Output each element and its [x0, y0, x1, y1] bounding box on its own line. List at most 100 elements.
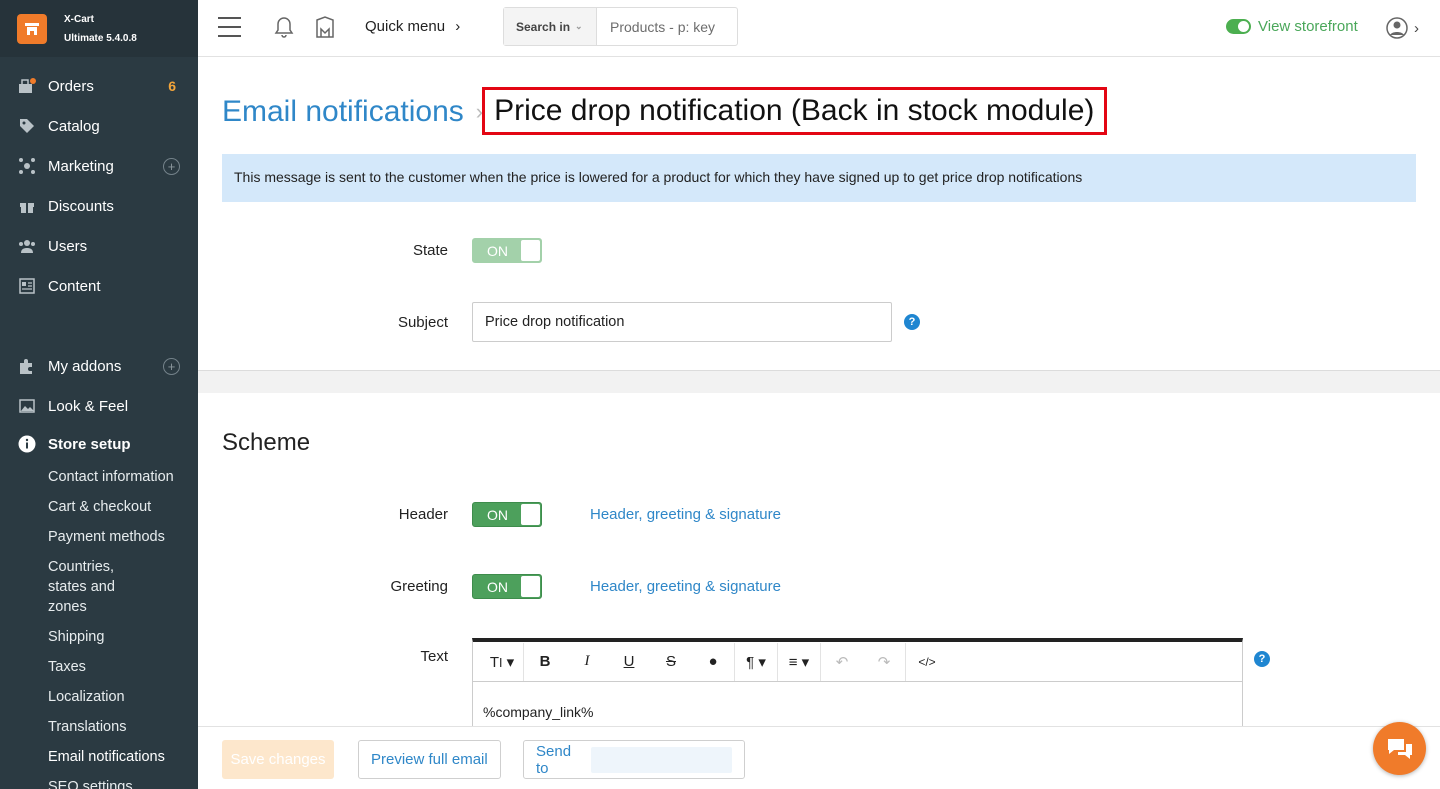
align-icon[interactable]: ≡ ▾ [778, 653, 820, 671]
search-box: Search in ⌄ [503, 7, 738, 46]
subject-input[interactable] [472, 302, 892, 342]
code-view-icon[interactable]: </> [906, 655, 948, 669]
subject-row: Subject ? [198, 302, 920, 342]
text-label: Text [420, 648, 448, 665]
quick-menu-button[interactable]: Quick menu › [365, 18, 460, 35]
sidebar-item-label: Look & Feel [48, 397, 129, 415]
sidebar-item-marketing[interactable]: Marketing + [0, 146, 198, 186]
paragraph-icon[interactable]: ¶ ▾ [735, 653, 777, 671]
sidebar-item-label: Content [48, 277, 101, 295]
sidebar-subitem-countries[interactable]: Countries, states and zones [0, 552, 150, 622]
greeting-toggle-label: ON [487, 578, 508, 595]
header-row: Header ON Header, greeting & signature [198, 502, 781, 527]
greeting-label: Greeting [390, 578, 448, 595]
users-icon [18, 237, 36, 255]
greeting-settings-link[interactable]: Header, greeting & signature [590, 578, 781, 595]
header-label: Header [398, 506, 448, 523]
section-divider [198, 370, 1440, 393]
sidebar-item-label: Catalog [48, 117, 100, 135]
bold-icon[interactable]: B [524, 653, 566, 670]
add-icon[interactable]: + [163, 157, 180, 175]
save-changes-button[interactable]: Save changes [222, 740, 334, 779]
send-to-button[interactable]: Send to [523, 740, 745, 779]
state-toggle[interactable]: ON [472, 238, 542, 263]
chat-icon[interactable] [1373, 722, 1426, 775]
breadcrumb-email-notifications[interactable]: Email notifications [222, 95, 464, 129]
sidebar-item-store-setup[interactable]: Store setup [0, 426, 198, 462]
user-menu[interactable]: › [1386, 17, 1419, 39]
sidebar-item-look-feel[interactable]: Look & Feel [0, 386, 198, 426]
sidebar-subitem-email-notifications[interactable]: Email notifications [0, 742, 198, 772]
xcart-logo-icon [17, 13, 47, 44]
puzzle-icon [18, 357, 36, 375]
content-icon [18, 277, 36, 295]
marketing-icon [18, 157, 36, 175]
search-in-label: Search in [516, 19, 571, 34]
info-message: This message is sent to the customer whe… [222, 154, 1416, 202]
sidebar-subitem-seo-settings[interactable]: SEO settings [0, 772, 198, 789]
help-icon[interactable]: ? [1254, 651, 1270, 667]
header-toggle-label: ON [487, 506, 508, 523]
topbar: Quick menu › Search in ⌄ View storefront… [198, 0, 1440, 57]
sidebar-item-content[interactable]: Content [0, 266, 198, 306]
font-size-icon[interactable]: TI ▾ [481, 653, 523, 671]
state-label: State [412, 242, 448, 259]
redo-icon[interactable]: ↷ [863, 653, 905, 671]
sidebar-subitem-cart-checkout[interactable]: Cart & checkout [0, 492, 198, 522]
gift-icon [18, 197, 36, 215]
send-to-email-field[interactable] [591, 746, 732, 773]
add-icon[interactable]: + [163, 357, 180, 375]
sidebar-subitem-payment-methods[interactable]: Payment methods [0, 522, 198, 552]
storefront-toggle-icon [1226, 19, 1251, 34]
header-toggle[interactable]: ON [472, 502, 542, 527]
image-icon [18, 397, 36, 415]
help-icon[interactable]: ? [904, 314, 920, 330]
search-in-dropdown[interactable]: Search in ⌄ [504, 8, 597, 45]
orders-count-badge: 6 [168, 78, 176, 94]
chevron-right-icon: › [455, 18, 461, 35]
brand-name: X-Cart [64, 13, 95, 25]
page-title: Price drop notification (Back in stock m… [482, 87, 1108, 135]
brand[interactable]: X-Cart Ultimate 5.4.0.8 [0, 0, 198, 57]
action-bar: Save changes Preview full email Send to [198, 726, 1440, 789]
sidebar-item-discounts[interactable]: Discounts [0, 186, 198, 226]
view-storefront-label: View storefront [1258, 18, 1358, 35]
scheme-heading: Scheme [222, 429, 311, 456]
state-row: State ON [198, 238, 542, 263]
underline-icon[interactable]: U [608, 653, 650, 670]
sidebar-item-users[interactable]: Users [0, 226, 198, 266]
sidebar-item-label: Marketing [48, 157, 114, 175]
strikethrough-icon[interactable]: S [650, 653, 692, 670]
bell-icon[interactable] [274, 16, 294, 43]
search-input[interactable] [597, 8, 737, 45]
italic-icon[interactable]: I [566, 653, 608, 670]
sidebar-item-orders[interactable]: Orders 6 [0, 66, 198, 106]
undo-icon[interactable]: ↶ [821, 653, 863, 671]
sidebar: X-Cart Ultimate 5.4.0.8 Orders 6 Catalog… [0, 0, 198, 789]
brand-edition: Ultimate 5.4.0.8 [64, 32, 137, 44]
sidebar-subitem-taxes[interactable]: Taxes [0, 652, 198, 682]
sidebar-subitem-contact-information[interactable]: Contact information [0, 462, 198, 492]
sidebar-item-label: Users [48, 237, 88, 255]
subject-label: Subject [397, 313, 448, 331]
header-settings-link[interactable]: Header, greeting & signature [590, 506, 781, 523]
sidebar-item-label: My addons [48, 357, 122, 375]
sidebar-item-my-addons[interactable]: My addons + [0, 346, 198, 386]
send-to-label: Send to [536, 742, 572, 777]
sidebar-subitem-shipping[interactable]: Shipping [0, 622, 198, 652]
user-avatar-icon [1386, 17, 1408, 39]
view-storefront-link[interactable]: View storefront [1226, 18, 1358, 35]
color-drop-icon[interactable]: ● [692, 653, 734, 670]
preview-email-button[interactable]: Preview full email [358, 740, 501, 779]
sidebar-subitem-translations[interactable]: Translations [0, 712, 198, 742]
greeting-toggle[interactable]: ON [472, 574, 542, 599]
main-content: Email notifications › Price drop notific… [198, 58, 1440, 789]
menu-icon[interactable] [218, 17, 241, 37]
tag-icon [18, 117, 36, 135]
chevron-down-icon: ⌄ [575, 21, 583, 31]
sidebar-subitem-localization[interactable]: Localization [0, 682, 198, 712]
sidebar-item-label: Orders [48, 77, 94, 95]
orders-icon [18, 77, 36, 95]
storefront-icon[interactable] [315, 16, 335, 43]
sidebar-item-catalog[interactable]: Catalog [0, 106, 198, 146]
